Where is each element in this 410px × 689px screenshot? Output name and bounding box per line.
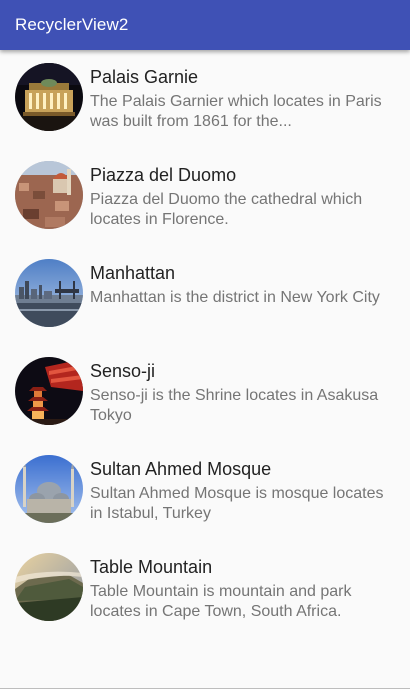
recycler-list[interactable]: Palais Garnie The Palais Garnier which l… [0,50,410,689]
palais-garnier-thumbnail [15,63,83,131]
item-title: Manhattan [90,263,176,283]
senso-ji-thumbnail [15,357,83,425]
item-description: The Palais Garnier which locates in Pari… [90,93,382,130]
item-description: Senso-ji is the Shrine locates in Asakus… [90,387,379,424]
piazza-del-duomo-thumbnail [15,161,83,229]
list-item-piazza-del-duomo[interactable]: Piazza del Duomo Piazza del Duomo the ca… [0,148,410,246]
item-description: Manhattan is the district in New York Ci… [90,289,380,306]
list-item-senso-ji[interactable]: Senso-ji Senso-ji is the Shrine locates … [0,344,410,442]
sultan-ahmed-mosque-thumbnail [15,455,83,523]
app-bar: RecyclerView2 [0,0,410,50]
item-title: Sultan Ahmed Mosque [90,459,272,479]
list-item-sultan-ahmed-mosque[interactable]: Sultan Ahmed Mosque Sultan Ahmed Mosque … [0,442,410,540]
item-description: Table Mountain is mountain and park loca… [90,583,352,620]
list-item-manhattan[interactable]: Manhattan Manhattan is the district in N… [0,246,410,344]
list-item-table-mountain[interactable]: Table Mountain Table Mountain is mountai… [0,540,410,638]
item-description: Piazza del Duomo the cathedral which loc… [90,191,363,228]
list-item-palais-garnie[interactable]: Palais Garnie The Palais Garnier which l… [0,50,410,148]
item-title: Piazza del Duomo [90,165,237,185]
item-title: Table Mountain [90,557,213,577]
app-title: RecyclerView2 [15,15,129,34]
item-title: Palais Garnie [90,67,199,87]
manhattan-thumbnail [15,259,83,327]
table-mountain-thumbnail [15,553,83,621]
item-description: Sultan Ahmed Mosque is mosque locates in… [90,485,384,522]
item-title: Senso-ji [90,361,156,381]
